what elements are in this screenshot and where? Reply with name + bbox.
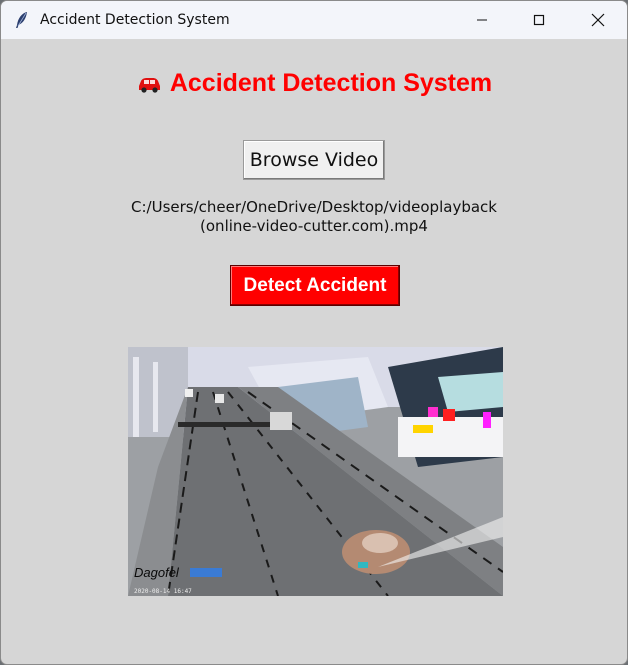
main-content: Accident Detection System Browse Video C…	[1, 39, 627, 664]
video-frame-image: Dagofel 2020-08-14 16:47	[128, 347, 503, 596]
video-frame: Dagofel 2020-08-14 16:47	[128, 347, 503, 596]
maximize-icon	[533, 14, 545, 26]
car-icon	[138, 77, 160, 93]
selected-file-path: C:/Users/cheer/OneDrive/Desktop/videopla…	[1, 198, 627, 236]
maximize-button[interactable]	[516, 1, 562, 39]
window-title: Accident Detection System	[40, 12, 230, 28]
minimize-icon	[477, 19, 487, 21]
close-icon	[591, 13, 605, 27]
minimize-button[interactable]	[459, 1, 505, 39]
video-timestamp: 2020-08-14 16:47	[134, 588, 192, 595]
page-title-text: Accident Detection System	[169, 69, 493, 97]
title-bar[interactable]: Accident Detection System	[1, 1, 627, 39]
feather-icon	[16, 12, 27, 28]
browse-video-button[interactable]: Browse Video	[243, 140, 385, 180]
close-button[interactable]	[575, 1, 621, 39]
file-path-line-2: (online-video-cutter.com).mp4	[200, 217, 428, 235]
app-window: Accident Detection System Accident Detec…	[0, 0, 628, 665]
detect-accident-button[interactable]: Detect Accident	[230, 265, 400, 306]
page-title: Accident Detection System	[1, 69, 627, 98]
video-watermark: Dagofel	[134, 565, 180, 580]
file-path-line-1: C:/Users/cheer/OneDrive/Desktop/videopla…	[131, 198, 497, 216]
